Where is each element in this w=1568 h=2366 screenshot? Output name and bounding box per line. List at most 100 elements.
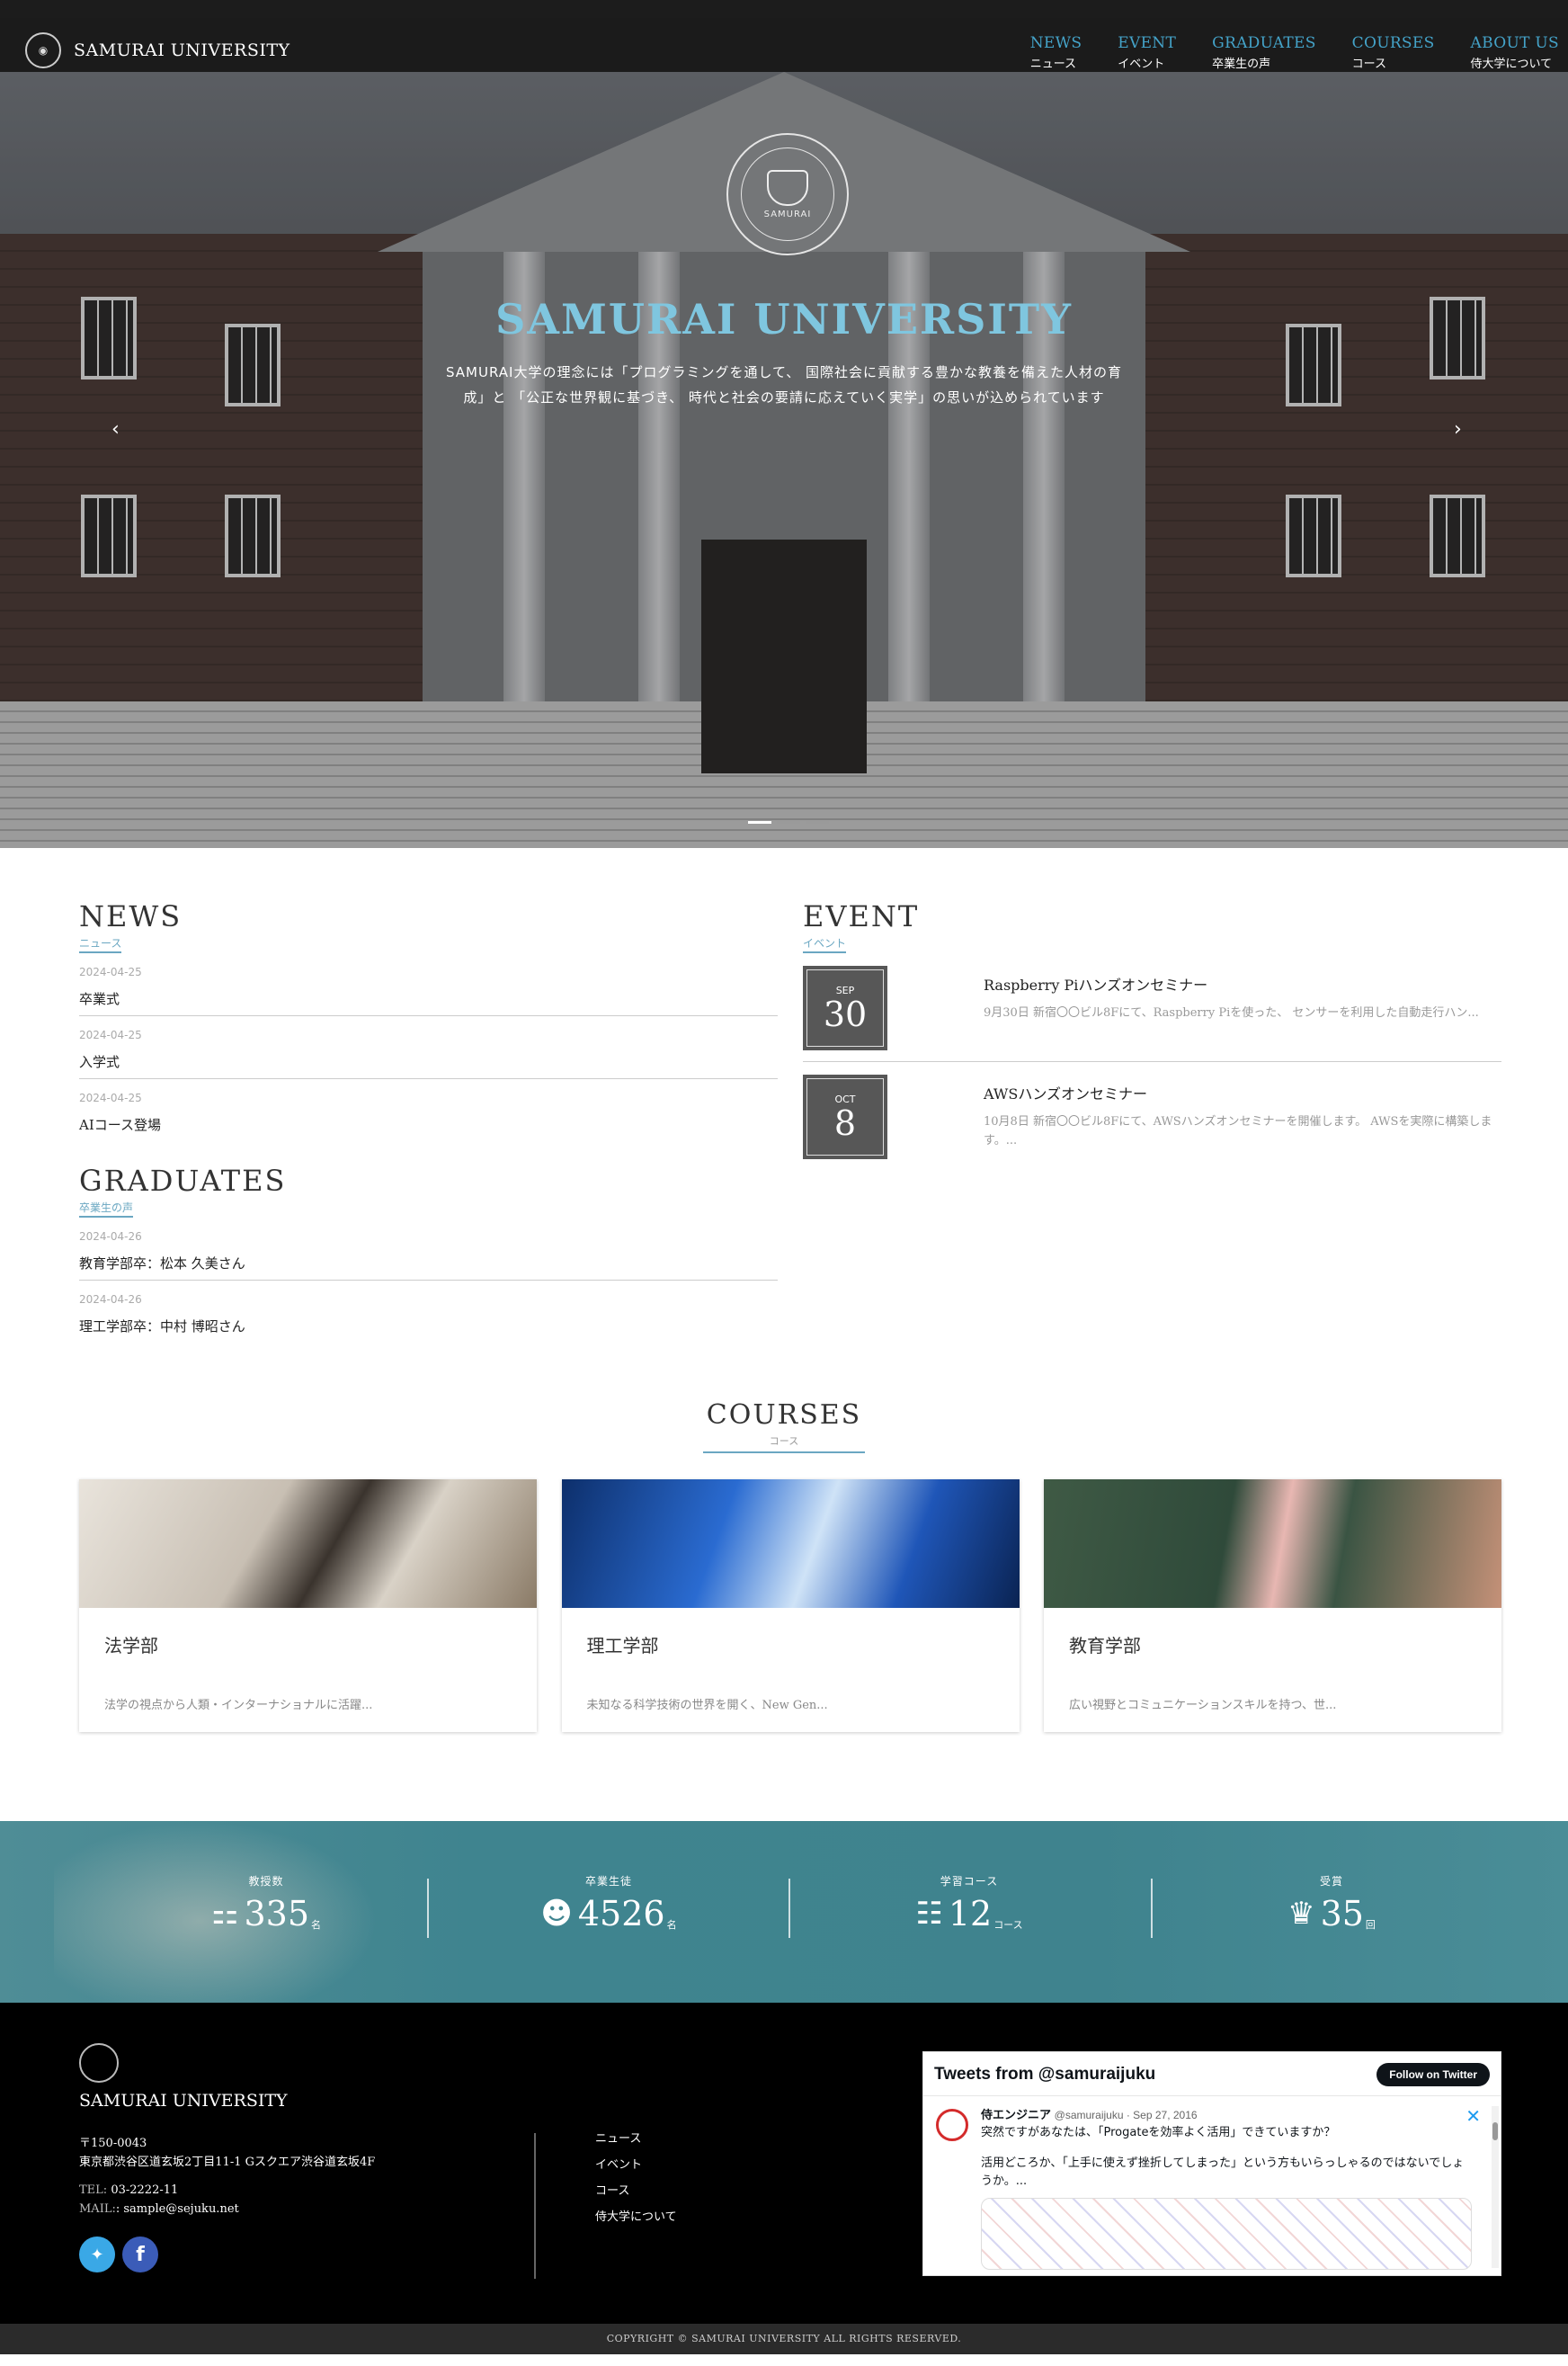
courses-subheading: コース: [702, 1433, 866, 1453]
tweet-media[interactable]: [981, 2198, 1472, 2270]
event-title: Raspberry Piハンズオンセミナー: [984, 977, 1208, 994]
carousel-indicator[interactable]: [806, 821, 829, 824]
nav-news[interactable]: NEWS ニュース: [1030, 34, 1082, 71]
facebook-icon[interactable]: f: [122, 2237, 158, 2272]
footer-link-courses[interactable]: コース: [595, 2178, 677, 2204]
stat-value: 335: [244, 1894, 309, 1933]
mail-label: MAIL:: [79, 2202, 116, 2216]
news-item[interactable]: 2024-04-25 卒業式: [79, 953, 778, 1016]
course-description: 広い視野とコミュニケーションスキルを持つ、世...: [1069, 1699, 1337, 1712]
graduate-date: 2024-04-26: [79, 1293, 142, 1306]
nav-event[interactable]: EVENT イベント: [1118, 34, 1176, 71]
footer-link-news[interactable]: ニュース: [595, 2126, 677, 2152]
carousel-next-icon[interactable]: ›: [1454, 418, 1462, 441]
tweet-author[interactable]: 侍エンジニア: [981, 2108, 1051, 2121]
nav-about[interactable]: ABOUT US 侍大学について: [1471, 34, 1559, 71]
brand[interactable]: ◉ SAMURAI UNIVERSITY: [25, 32, 290, 68]
footer-contact: TEL: 03-2222-11 MAIL:: sample@sejuku.net: [79, 2181, 239, 2219]
main-nav: NEWS ニュース EVENT イベント GRADUATES 卒業生の声 COU…: [994, 34, 1559, 71]
event-title: AWSハンズオンセミナー: [984, 1085, 1147, 1103]
hero-title: SAMURAI UNIVERSITY: [495, 295, 1073, 344]
footer-divider: [534, 2133, 536, 2279]
news-date: 2024-04-25: [79, 1029, 142, 1041]
nav-graduates[interactable]: GRADUATES 卒業生の声: [1212, 34, 1316, 71]
news-heading: NEWS: [79, 899, 183, 933]
event-heading: EVENT: [803, 899, 920, 933]
nav-label-ja: コース: [1351, 58, 1387, 71]
stat-graduates: 卒業生徒 ☻ 4526 名: [519, 1873, 699, 1932]
stat-label: 受賞: [1319, 1875, 1343, 1888]
news-section: NEWS ニュース 2024-04-25 卒業式 2024-04-25 入学式 …: [79, 899, 778, 1141]
nav-label-ja: ニュース: [1029, 58, 1077, 71]
stat-value: 4526: [577, 1894, 665, 1933]
stat-value: 35: [1320, 1894, 1364, 1933]
tweet-text-continued: 活用どころか、「上手に使えず挫折してしまった」という方もいらっしゃるのではないで…: [981, 2156, 1465, 2188]
x-logo-icon[interactable]: ✕: [1466, 2105, 1481, 2127]
stat-divider: [1151, 1879, 1153, 1938]
news-title: 卒業式: [79, 991, 120, 1007]
event-item[interactable]: OCT 8 AWSハンズオンセミナー 10月8日 新宿〇〇ビル8Fにて、AWSハ…: [803, 1062, 1501, 1170]
carousel-indicator[interactable]: [748, 821, 771, 824]
follow-on-twitter-button[interactable]: Follow on Twitter: [1376, 2063, 1490, 2086]
stat-courses: 学習コース ☷ 12 コース: [879, 1873, 1059, 1932]
course-title: 理工学部: [586, 1635, 659, 1656]
stat-unit: 名: [666, 1919, 677, 1931]
footer-link-about[interactable]: 侍大学について: [595, 2204, 677, 2230]
hero-logo: SAMURAI: [726, 133, 849, 255]
stat-awards: 受賞 ♛ 35 回: [1242, 1873, 1421, 1932]
event-item[interactable]: SEP 30 Raspberry Piハンズオンセミナー 9月30日 新宿〇〇ビ…: [803, 953, 1501, 1062]
top-strip: [0, 0, 1568, 18]
twitter-icon[interactable]: ✦: [79, 2237, 115, 2272]
stat-unit: 回: [1365, 1919, 1376, 1931]
copyright: COPYRIGHT © SAMURAI UNIVERSITY ALL RIGHT…: [0, 2324, 1568, 2354]
graduate-title: 理工学部卒：中村 博昭さん: [79, 1318, 245, 1335]
nav-label-en: GRADUATES: [1212, 34, 1316, 52]
graduates-heading: GRADUATES: [79, 1164, 287, 1198]
stat-divider: [788, 1879, 790, 1938]
stat-unit: 名: [311, 1919, 321, 1931]
timeline-scrollbar[interactable]: [1492, 2106, 1499, 2268]
course-card-law[interactable]: 法学部 法学の視点から人類・インターナショナルに活躍...: [79, 1479, 537, 1732]
hero-logo-inner: SAMURAI: [741, 147, 834, 241]
event-description: 9月30日 新宿〇〇ビル8Fにて、Raspberry Piを使った、 センサーを…: [984, 1006, 1479, 1020]
news-item[interactable]: 2024-04-25 AIコース登場: [79, 1079, 778, 1141]
nav-label-ja: 侍大学について: [1470, 58, 1553, 71]
course-card-science[interactable]: 理工学部 未知なる科学技術の世界を開く、New Gen...: [561, 1479, 1020, 1732]
tweet[interactable]: ✕ 侍エンジニア @samuraijuku · Sep 27, 2016 突然で…: [923, 2096, 1501, 2275]
event-day: 30: [823, 994, 868, 1034]
graduate-item[interactable]: 2024-04-26 教育学部卒：松本 久美さん: [79, 1218, 778, 1281]
event-description: 10月8日 新宿〇〇ビル8Fにて、AWSハンズオンセミナーを開催します。 AWS…: [984, 1115, 1492, 1147]
event-day: 8: [833, 1103, 857, 1143]
carousel-indicators: [748, 821, 829, 824]
timeline-title: Tweets from @samuraijuku: [934, 2065, 1156, 2084]
nav-label-en: EVENT: [1118, 34, 1177, 52]
event-date-badge: OCT 8: [803, 1075, 887, 1159]
mail-value[interactable]: : sample@sejuku.net: [116, 2202, 239, 2216]
carousel-indicator[interactable]: [777, 821, 800, 824]
graduate-item[interactable]: 2024-04-26 理工学部卒：中村 博昭さん: [79, 1281, 778, 1343]
nav-label-en: NEWS: [1029, 34, 1082, 52]
graduate-title: 教育学部卒：松本 久美さん: [79, 1255, 245, 1272]
carousel-prev-icon[interactable]: ‹: [111, 418, 120, 441]
course-image: [561, 1479, 1020, 1608]
stat-unit: コース: [993, 1919, 1023, 1931]
site-footer: SAMURAI UNIVERSITY 〒150-0043 東京都渋谷区道玄坂2丁…: [0, 2003, 1568, 2324]
avatar: [936, 2109, 968, 2141]
event-subheading: イベント: [803, 935, 847, 953]
news-item[interactable]: 2024-04-25 入学式: [79, 1016, 778, 1079]
nav-label-ja: イベント: [1118, 58, 1165, 71]
tel-value[interactable]: 03-2222-11: [111, 2183, 178, 2197]
news-title: AIコース登場: [79, 1117, 162, 1133]
news-title: 入学式: [79, 1054, 120, 1070]
nav-courses[interactable]: COURSES コース: [1352, 34, 1435, 71]
event-section: EVENT イベント SEP 30 Raspberry Piハンズオンセミナー …: [803, 899, 1501, 1170]
nav-label-en: ABOUT US: [1470, 34, 1559, 52]
course-card-education[interactable]: 教育学部 広い視野とコミュニケーションスキルを持つ、世...: [1044, 1479, 1501, 1732]
stat-divider: [427, 1879, 429, 1938]
graduates-section: GRADUATES 卒業生の声 2024-04-26 教育学部卒：松本 久美さん…: [79, 1164, 778, 1343]
hero-carousel: SAMURAI SAMURAI UNIVERSITY SAMURAI大学の理念に…: [0, 72, 1568, 848]
course-cards: 法学部 法学の視点から人類・インターナショナルに活躍... 理工学部 未知なる科…: [79, 1479, 1501, 1732]
footer-link-event[interactable]: イベント: [595, 2152, 677, 2178]
news-date: 2024-04-25: [79, 1092, 142, 1104]
stat-professors: 教授数 ⚏ 335 名: [176, 1873, 356, 1932]
